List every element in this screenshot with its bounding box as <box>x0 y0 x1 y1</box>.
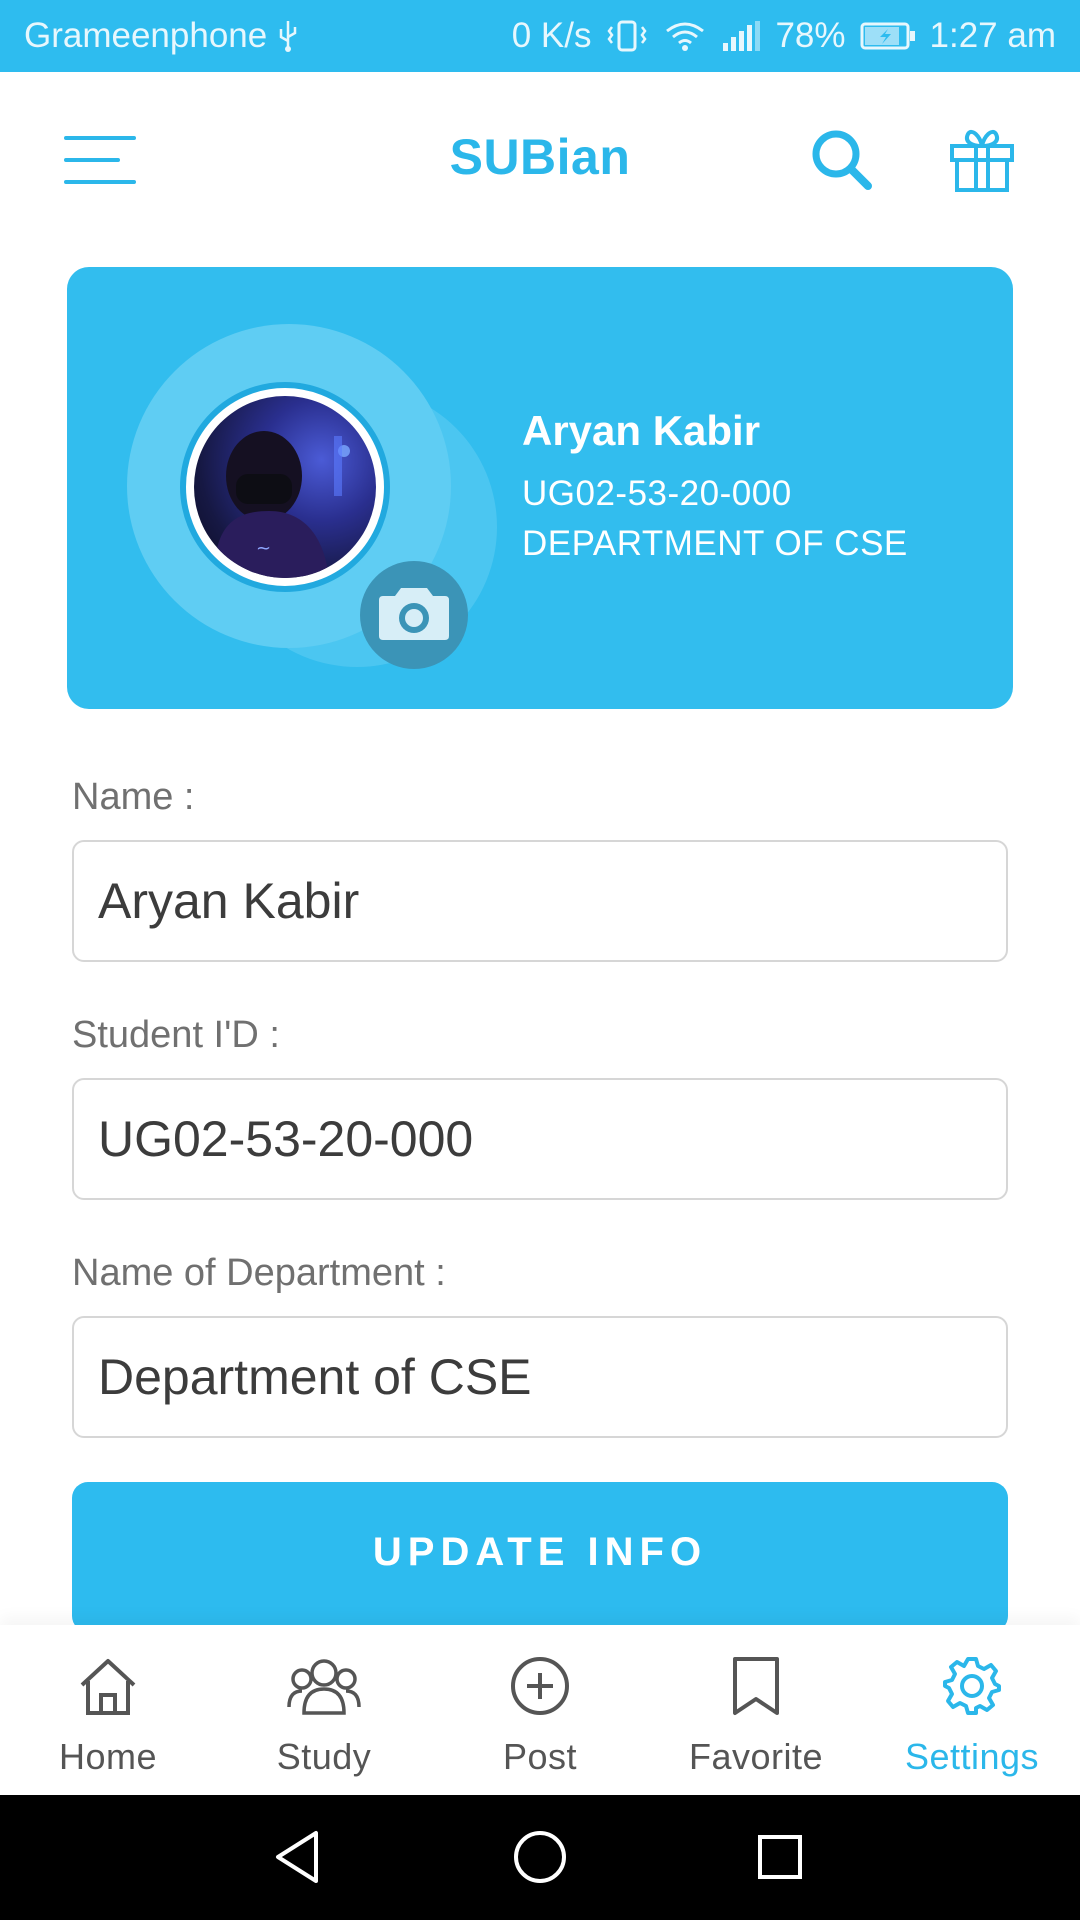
app-title: SUBian <box>449 129 631 185</box>
wifi-icon <box>663 19 707 53</box>
name-label: Name : <box>72 776 195 818</box>
home-icon <box>76 1655 140 1722</box>
change-photo-button[interactable] <box>360 561 468 669</box>
nav-favorite[interactable]: Favorite <box>648 1625 864 1795</box>
search-icon[interactable] <box>806 124 878 196</box>
recents-icon[interactable] <box>748 1825 812 1889</box>
nav-label: Favorite <box>688 1736 824 1777</box>
nav-study[interactable]: Study <box>216 1625 432 1795</box>
bookmark-icon <box>729 1655 783 1722</box>
nav-settings[interactable]: Settings <box>864 1625 1080 1795</box>
group-icon <box>286 1655 362 1722</box>
student-id-label: Student I'D : <box>72 1014 280 1056</box>
battery-level: 78% <box>775 16 846 55</box>
battery-icon <box>860 21 916 51</box>
gear-icon <box>941 1655 1003 1722</box>
bottom-nav: Home Study Post Favorite Settings <box>0 1625 1080 1795</box>
nav-label: Study <box>276 1736 372 1777</box>
department-input[interactable] <box>98 1348 1006 1406</box>
profile-department: DEPARTMENT OF CSE <box>522 524 908 563</box>
department-field-box[interactable] <box>72 1316 1008 1438</box>
vibrate-icon <box>605 19 649 53</box>
student-id-input[interactable] <box>98 1110 1006 1168</box>
profile-info: Aryan Kabir UG02-53-20-000 DEPARTMENT OF… <box>522 407 908 569</box>
app-header: SUBian <box>0 72 1080 242</box>
usb-icon <box>277 19 299 53</box>
name-field-box[interactable] <box>72 840 1008 962</box>
nav-label: Post <box>502 1736 578 1777</box>
status-right: 0 K/s 78% 1:27 am <box>512 16 1056 56</box>
plus-circle-icon <box>509 1655 571 1722</box>
home-circle-icon[interactable] <box>508 1825 572 1889</box>
camera-icon <box>377 584 451 647</box>
clock: 1:27 am <box>929 16 1056 55</box>
svg-text:~: ~ <box>256 538 271 559</box>
nav-label: Home <box>58 1736 158 1777</box>
nav-post[interactable]: Post <box>432 1625 648 1795</box>
department-label: Name of Department : <box>72 1252 446 1294</box>
student-id-field-box[interactable] <box>72 1078 1008 1200</box>
nav-label: Settings <box>904 1736 1040 1777</box>
avatar[interactable]: ~ <box>194 396 376 578</box>
system-nav-bar <box>0 1795 1080 1920</box>
status-bar: Grameenphone 0 K/s 78% 1:27 am <box>0 0 1080 72</box>
update-info-button[interactable]: UPDATE INFO <box>72 1482 1008 1632</box>
gift-icon[interactable] <box>946 124 1018 196</box>
status-carrier: Grameenphone <box>24 16 299 56</box>
signal-icon <box>721 19 761 53</box>
profile-name: Aryan Kabir <box>522 407 761 454</box>
carrier-name: Grameenphone <box>24 16 268 55</box>
profile-student-id: UG02-53-20-000 <box>522 474 792 513</box>
name-input[interactable] <box>98 872 1006 930</box>
back-icon[interactable] <box>268 1825 332 1889</box>
net-speed: 0 K/s <box>511 16 592 55</box>
nav-home[interactable]: Home <box>0 1625 216 1795</box>
profile-card: ~ Aryan Kabir UG02-53-20-000 DEPARTMENT … <box>67 267 1013 709</box>
